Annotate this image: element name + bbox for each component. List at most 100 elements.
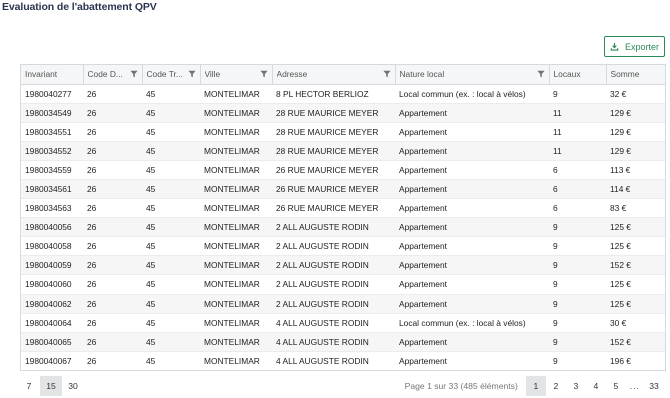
table-row[interactable]: 1980040065 26 45 MONTELIMAR 4 ALL AUGUSTE RO… [21, 332, 665, 352]
table-row[interactable]: 1980034549 26 45 MONTELIMAR 28 RUE MAURICE M… [21, 103, 665, 123]
cell-somme: 83 € [606, 198, 665, 219]
column-header-somme[interactable]: Somme [606, 65, 665, 85]
pagination-ellipsis: ... [629, 381, 640, 391]
cell-ville: MONTELIMAR [200, 160, 272, 180]
page-button-4[interactable]: 4 [586, 376, 606, 396]
cell-somme: 152 € [606, 332, 665, 352]
table-row[interactable]: 1980040059 26 45 MONTELIMAR 2 ALL AUGUSTE RO… [21, 255, 665, 276]
cell-code-d: 26 [83, 313, 142, 333]
cell-invariant: 1980034563 [21, 198, 83, 219]
page-button-3[interactable]: 3 [566, 376, 586, 396]
cell-ville: MONTELIMAR [200, 294, 272, 314]
page-size-option-7[interactable]: 7 [18, 376, 40, 396]
table-row[interactable]: 1980034561 26 45 MONTELIMAR 26 RUE MAURICE M… [21, 179, 665, 200]
table-body: 1980040277 26 45 MONTELIMAR 8 PL HECTOR BERL… [21, 84, 665, 370]
cell-nature-local: Appartement [395, 274, 549, 295]
pagination-info: Page 1 sur 33 (485 éléments) [404, 381, 518, 391]
cell-locaux: 9 [549, 217, 606, 238]
table-row[interactable]: 1980034552 26 45 MONTELIMAR 28 RUE MAURICE M… [21, 141, 665, 161]
cell-code-d: 26 [83, 198, 142, 219]
cell-invariant: 1980034559 [21, 160, 83, 180]
page-button-last[interactable]: 33 [644, 376, 664, 396]
column-header-nature-local[interactable]: Nature local [395, 65, 550, 85]
cell-adresse: 28 RUE MAURICE MEYER [272, 141, 395, 161]
page-button-2[interactable]: 2 [546, 376, 566, 396]
cell-somme: 125 € [606, 274, 665, 295]
cell-somme: 152 € [606, 255, 665, 276]
table-row[interactable]: 1980040056 26 45 MONTELIMAR 2 ALL AUGUSTE RO… [21, 217, 665, 238]
cell-nature-local: Local commun (ex. : local à vélos) [395, 313, 549, 333]
cell-somme: 125 € [606, 236, 665, 257]
pagination: Page 1 sur 33 (485 éléments) 12345 ... 3… [405, 376, 664, 396]
cell-somme: 113 € [606, 160, 665, 180]
cell-locaux: 9 [549, 351, 606, 370]
cell-code-tr: 45 [142, 217, 200, 238]
table-row[interactable]: 1980040058 26 45 MONTELIMAR 2 ALL AUGUSTE RO… [21, 236, 665, 257]
table-row[interactable]: 1980040060 26 45 MONTELIMAR 2 ALL AUGUSTE RO… [21, 274, 665, 295]
cell-adresse: 26 RUE MAURICE MEYER [272, 198, 395, 219]
cell-adresse: 2 ALL AUGUSTE RODIN [272, 255, 395, 276]
export-button[interactable]: Exporter [604, 36, 665, 57]
cell-ville: MONTELIMAR [200, 274, 272, 295]
cell-invariant: 1980040065 [21, 332, 83, 352]
column-header-invariant[interactable]: Invariant [21, 65, 84, 85]
table-row[interactable]: 1980040277 26 45 MONTELIMAR 8 PL HECTOR BERL… [21, 84, 665, 104]
cell-code-tr: 45 [142, 141, 200, 161]
cell-invariant: 1980034561 [21, 179, 83, 200]
cell-invariant: 1980040277 [21, 84, 83, 104]
page-button-5[interactable]: 5 [606, 376, 626, 396]
cell-adresse: 26 RUE MAURICE MEYER [272, 160, 395, 180]
column-header-adresse[interactable]: Adresse [272, 65, 396, 85]
table-row[interactable]: 1980034559 26 45 MONTELIMAR 26 RUE MAURICE M… [21, 160, 665, 180]
filter-icon[interactable] [259, 70, 268, 78]
cell-code-d: 26 [83, 217, 142, 238]
table-row[interactable]: 1980040064 26 45 MONTELIMAR 4 ALL AUGUSTE RO… [21, 313, 665, 333]
cell-ville: MONTELIMAR [200, 179, 272, 200]
cell-adresse: 28 RUE MAURICE MEYER [272, 122, 395, 142]
cell-invariant: 1980034549 [21, 103, 83, 123]
column-header-ville[interactable]: Ville [200, 65, 273, 85]
cell-invariant: 1980034551 [21, 122, 83, 142]
page-size-selector: 7 15 30 [18, 376, 84, 396]
filter-icon[interactable] [382, 70, 391, 78]
cell-locaux: 9 [549, 332, 606, 352]
cell-invariant: 1980040060 [21, 274, 83, 295]
table-row[interactable]: 1980040062 26 45 MONTELIMAR 2 ALL AUGUSTE RO… [21, 294, 665, 314]
column-header-code-d[interactable]: Code D... [83, 65, 143, 85]
cell-nature-local: Appartement [395, 179, 549, 200]
cell-code-d: 26 [83, 84, 142, 104]
table-header-row: Invariant Code D... Code Tr... Ville Adresse… [21, 65, 665, 85]
cell-code-tr: 45 [142, 198, 200, 219]
cell-somme: 114 € [606, 179, 665, 200]
table-row[interactable]: 1980034551 26 45 MONTELIMAR 28 RUE MAURICE M… [21, 122, 665, 142]
cell-ville: MONTELIMAR [200, 198, 272, 219]
cell-invariant: 1980040062 [21, 294, 83, 314]
table-row[interactable]: 1980040067 26 45 MONTELIMAR 4 ALL AUGUSTE RO… [21, 351, 665, 370]
cell-locaux: 9 [549, 313, 606, 333]
column-header-label: Somme [610, 69, 640, 80]
cell-adresse: 2 ALL AUGUSTE RODIN [272, 236, 395, 257]
filter-icon[interactable] [129, 70, 138, 78]
column-header-label: Invariant [25, 69, 58, 80]
filter-icon[interactable] [536, 70, 545, 78]
cell-locaux: 9 [549, 236, 606, 257]
page-button-1[interactable]: 1 [525, 376, 546, 396]
cell-code-d: 26 [83, 351, 142, 370]
filter-icon[interactable] [187, 70, 196, 78]
cell-code-d: 26 [83, 274, 142, 295]
cell-code-d: 26 [83, 141, 142, 161]
table-row[interactable]: 1980034563 26 45 MONTELIMAR 26 RUE MAURICE M… [21, 198, 665, 219]
column-header-locaux[interactable]: Locaux [549, 65, 607, 85]
page-size-option-30[interactable]: 30 [62, 376, 84, 396]
cell-nature-local: Appartement [395, 103, 549, 123]
column-header-code-tr[interactable]: Code Tr... [142, 65, 201, 85]
cell-adresse: 28 RUE MAURICE MEYER [272, 103, 395, 123]
cell-somme: 32 € [606, 84, 665, 104]
cell-nature-local: Appartement [395, 122, 549, 142]
cell-somme: 196 € [606, 351, 665, 370]
cell-locaux: 6 [549, 160, 606, 180]
cell-invariant: 1980040058 [21, 236, 83, 257]
page-size-option-15[interactable]: 15 [40, 376, 62, 396]
cell-nature-local: Appartement [395, 255, 549, 276]
cell-adresse: 2 ALL AUGUSTE RODIN [272, 274, 395, 295]
